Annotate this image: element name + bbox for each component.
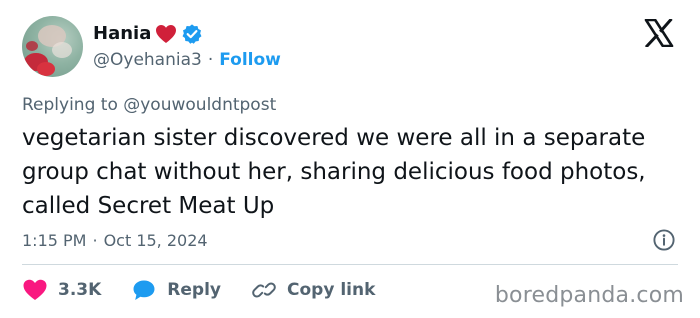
author-handle-row: @Oyehania3 · Follow: [93, 48, 281, 72]
link-icon: [252, 282, 276, 298]
tweet-time: 1:15 PM: [22, 230, 87, 250]
x-logo-icon[interactable]: [644, 17, 674, 49]
reply-button[interactable]: Reply: [131, 278, 221, 302]
follow-button[interactable]: Follow: [219, 50, 281, 70]
replying-to: Replying to @youwouldntpost: [22, 93, 276, 117]
info-icon[interactable]: [652, 228, 676, 252]
tweet-card: Hania @Oyehania3 · Follow Replying to @y…: [0, 0, 700, 318]
tweet-text: vegetarian sister discovered we were all…: [22, 125, 646, 219]
like-button[interactable]: 3.3K: [22, 278, 101, 302]
replying-prefix: Replying to: [22, 95, 124, 115]
author-name-row: Hania: [93, 21, 203, 47]
divider: [22, 264, 678, 265]
author-display-name[interactable]: Hania: [93, 21, 151, 47]
tweet-date: Oct 15, 2024: [103, 230, 208, 250]
timestamp-separator: ·: [92, 230, 98, 250]
heart-icon: [23, 279, 47, 300]
copy-link-button[interactable]: Copy link: [251, 278, 375, 302]
like-count: 3.3K: [58, 280, 102, 300]
tweet-timestamp[interactable]: 1:15 PM · Oct 15, 2024: [22, 228, 208, 252]
copy-link-label: Copy link: [287, 280, 376, 300]
reply-mention-link[interactable]: @youwouldntpost: [123, 95, 276, 115]
speech-bubble-icon: [133, 280, 155, 300]
verified-badge-icon: [181, 23, 203, 45]
boredpanda-watermark: boredpanda.com: [494, 283, 684, 308]
author-handle[interactable]: @Oyehania3: [93, 50, 202, 70]
avatar[interactable]: [22, 16, 83, 77]
handle-separator: ·: [207, 50, 214, 70]
reply-label: Reply: [167, 280, 221, 300]
tweet-actions: 3.3K Reply Copy link: [22, 276, 375, 304]
red-heart-emoji-icon: [155, 24, 177, 44]
avatar-image: [24, 25, 72, 76]
